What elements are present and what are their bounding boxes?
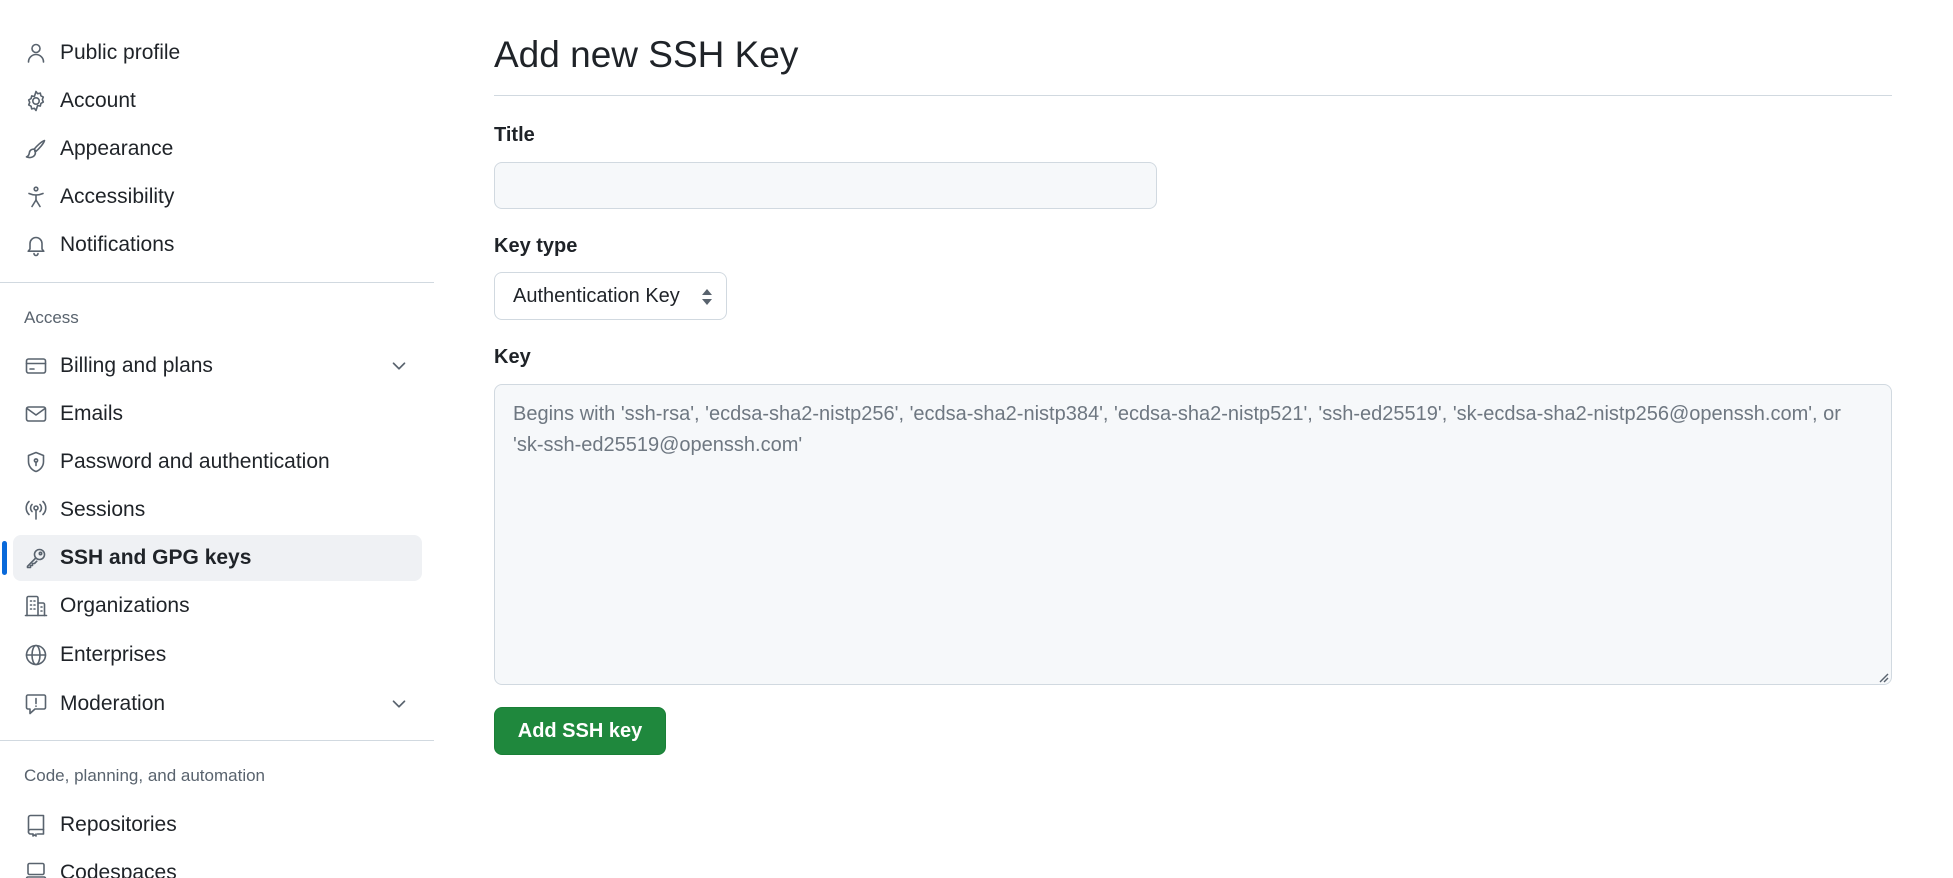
key-type-select[interactable]: Authentication Key (494, 272, 727, 320)
sidebar-section-heading-code: Code, planning, and automation (24, 766, 266, 785)
credit-card-icon (23, 353, 49, 379)
globe-icon (23, 642, 49, 668)
sidebar-item-label: Accessibility (60, 185, 175, 208)
sidebar-section-heading-access: Access (24, 308, 79, 327)
sidebar-item-label: Public profile (60, 41, 181, 64)
page-title: Add new SSH Key (494, 34, 799, 75)
sidebar-item-label: Organizations (60, 594, 190, 617)
title-input[interactable] (494, 162, 1157, 209)
person-icon (23, 40, 49, 66)
sidebar-item-emails[interactable]: Emails (13, 391, 422, 437)
sidebar-item-password-and-authentication[interactable]: Password and authentication (13, 439, 422, 485)
sidebar-item-account[interactable]: Account (13, 78, 422, 124)
shield-lock-icon (23, 449, 49, 475)
sidebar-item-label: Emails (60, 402, 124, 425)
chevron-down-icon[interactable] (388, 693, 410, 715)
title-field-label: Title (494, 124, 535, 146)
repo-icon (23, 812, 49, 838)
main-content: Add new SSH Key Title Key type Authentic… (494, 0, 1894, 878)
organization-icon (23, 593, 49, 619)
paintbrush-icon (23, 136, 49, 162)
bell-icon (23, 232, 49, 258)
sidebar-item-label: Appearance (60, 137, 174, 160)
sidebar-item-repositories[interactable]: Repositories (13, 802, 422, 848)
sidebar-item-ssh-and-gpg-keys[interactable]: SSH and GPG keys (2, 535, 422, 581)
select-arrows-icon (700, 287, 714, 307)
resize-handle-icon[interactable] (1877, 670, 1889, 683)
sidebar-item-accessibility[interactable]: Accessibility (13, 174, 422, 220)
sidebar-item-enterprises[interactable]: Enterprises (13, 632, 422, 678)
sidebar-item-label: Account (60, 89, 136, 112)
sidebar-item-appearance[interactable]: Appearance (13, 126, 422, 172)
sidebar-item-label: Moderation (60, 692, 166, 715)
sidebar-item-notifications[interactable]: Notifications (13, 222, 422, 268)
sidebar-item-label: Codespaces (60, 861, 177, 878)
key-icon (23, 545, 49, 571)
mail-icon (23, 401, 49, 427)
key-field-label: Key (494, 346, 531, 368)
key-type-selected-value: Authentication Key (513, 284, 680, 307)
sidebar-item-label: Billing and plans (60, 354, 213, 377)
sidebar-divider (0, 740, 434, 741)
gear-icon (23, 88, 49, 114)
sidebar-item-label: Password and authentication (60, 450, 330, 473)
add-ssh-key-button[interactable]: Add SSH key (494, 707, 666, 755)
sidebar-item-label: Enterprises (60, 643, 167, 666)
accessibility-icon (23, 184, 49, 210)
broadcast-icon (23, 497, 49, 523)
sidebar-divider (0, 282, 434, 283)
sidebar-item-public-profile[interactable]: Public profile (13, 30, 422, 76)
sidebar-item-organizations[interactable]: Organizations (13, 583, 422, 629)
settings-page: Public profile Account Appearance Access… (0, 0, 1953, 878)
chevron-down-icon[interactable] (388, 355, 410, 377)
sidebar-item-billing-and-plans[interactable]: Billing and plans (13, 343, 422, 389)
sidebar-item-label: Sessions (60, 498, 146, 521)
title-divider (494, 95, 1892, 96)
codespaces-icon (23, 860, 49, 878)
key-type-field-label: Key type (494, 235, 578, 257)
sidebar-item-sessions[interactable]: Sessions (13, 487, 422, 533)
sidebar-item-moderation[interactable]: Moderation (13, 681, 422, 727)
report-icon (23, 691, 49, 717)
settings-sidebar: Public profile Account Appearance Access… (0, 0, 434, 878)
key-textarea[interactable] (494, 384, 1892, 685)
sidebar-item-label: Notifications (60, 233, 175, 256)
sidebar-item-label: Repositories (60, 813, 177, 836)
sidebar-item-label: SSH and GPG keys (60, 546, 252, 569)
sidebar-item-codespaces[interactable]: Codespaces (13, 850, 422, 878)
